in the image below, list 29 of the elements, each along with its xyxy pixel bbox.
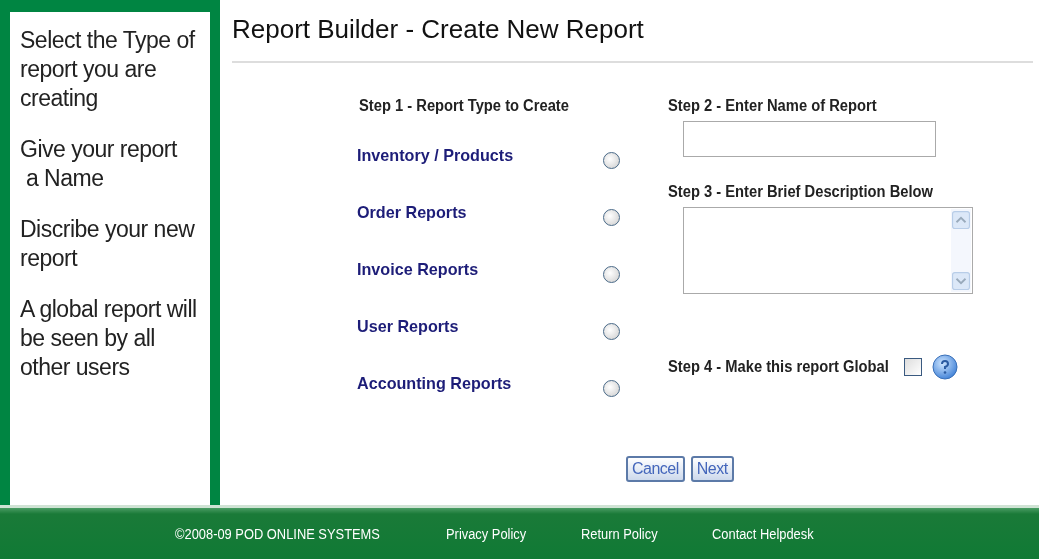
hint-text: Discribe your new report — [20, 215, 196, 273]
report-type-label: Inventory / Products — [357, 145, 515, 166]
radio-button[interactable] — [603, 323, 620, 340]
hint-text: A global report will be seen by all other users — [20, 295, 198, 382]
footer-link[interactable]: Return Policy — [580, 525, 658, 542]
footer-link[interactable]: Privacy Policy — [445, 525, 526, 542]
radio-button[interactable] — [603, 209, 620, 226]
copyright-text: ©2008-09 POD ONLINE SYSTEMS — [175, 525, 380, 542]
report-type-label: User Reports — [357, 316, 460, 337]
report-type-label: Invoice Reports — [357, 259, 480, 280]
radio-button[interactable] — [603, 266, 620, 283]
name-field[interactable] — [683, 121, 936, 157]
global-checkbox[interactable] — [904, 358, 923, 376]
radio-button[interactable] — [603, 380, 620, 397]
step-label: Step 2 - Enter Name of Report — [668, 97, 877, 115]
hint-text: Select the Type of report you are creating — [20, 26, 197, 113]
footer-link[interactable]: Contact Helpdesk — [712, 525, 814, 542]
form-button[interactable]: Next — [690, 456, 734, 482]
page-title: Report Builder - Create New Report — [232, 14, 644, 45]
report-type-label: Accounting Reports — [357, 373, 513, 394]
form-button[interactable]: Cancel — [626, 456, 685, 482]
report-type-label: Order Reports — [357, 202, 468, 223]
step-label: Step 1 - Report Type to Create — [359, 97, 569, 115]
hint-text: Give your report a Name — [20, 135, 179, 193]
step-label: Step 4 - Make this report Global — [668, 358, 889, 376]
step-label: Step 3 - Enter Brief Description Below — [668, 183, 933, 201]
help-icon[interactable] — [932, 354, 959, 380]
description-field[interactable] — [683, 207, 973, 294]
radio-button[interactable] — [603, 152, 620, 169]
